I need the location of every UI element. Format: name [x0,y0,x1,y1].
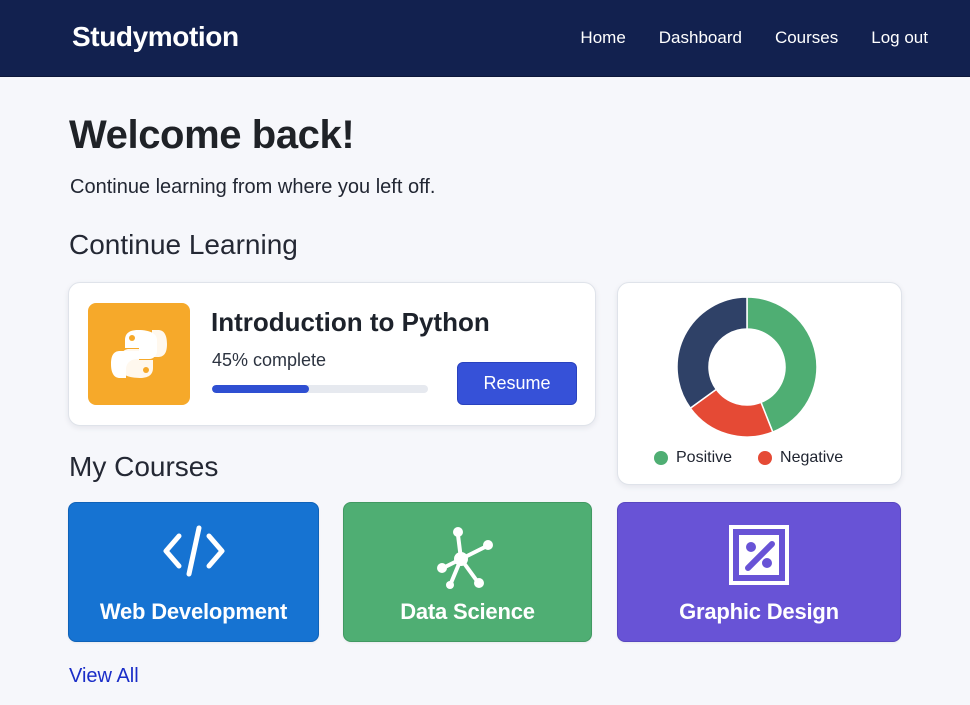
welcome-subtitle: Continue learning from where you left of… [70,176,436,198]
nav-logout-link[interactable]: Log out [871,28,928,48]
nav-dashboard-link[interactable]: Dashboard [659,28,742,48]
view-all-link[interactable]: View All [69,665,139,688]
network-icon [436,527,493,589]
negative-dot-icon [758,451,773,465]
python-logo-icon [88,303,190,405]
my-courses-title: My Courses [69,451,219,482]
positive-dot-icon [654,451,668,465]
top-navigation-bar: Studymotion Home Dashboard Courses Log o… [0,0,970,77]
course-progress-text: 45% complete [212,350,327,370]
course-tile-graphic-design[interactable]: Graphic Design [617,502,901,642]
python-logo-icon-graphic [111,330,167,378]
course-tile-web-development[interactable]: Web Development [68,502,319,642]
continue-learning-title: Continue Learning [69,229,298,260]
code-icon [163,525,224,577]
course-progress-fill [212,385,310,393]
legend-positive-label: Positive [676,449,733,466]
brand-logo[interactable]: Studymotion [72,21,239,53]
continue-learning-card[interactable]: Introduction to Python 45% complete Resu… [68,282,596,426]
course-tile-data-science[interactable]: Data Science [343,502,592,642]
nav-courses-link[interactable]: Courses [775,28,838,48]
course-label-data-science: Data Science [400,599,535,624]
main-navigation: Home Dashboard Courses Log out [580,28,928,48]
donut-chart [676,296,818,438]
page-title: Welcome back! [69,113,355,157]
legend-negative: Negative [758,449,843,467]
resume-button[interactable]: Resume [457,362,577,405]
donut-center [710,330,784,404]
course-label-web-development: Web Development [99,599,288,624]
sentiment-chart-card: Positive Negative [617,282,902,485]
course-label-graphic-design: Graphic Design [679,599,839,624]
course-title: Introduction to Python [211,307,490,337]
legend-positive: Positive [654,449,732,467]
nav-home-link[interactable]: Home [580,28,625,48]
legend-negative-label: Negative [780,449,844,466]
course-progress-bar [212,385,428,393]
chart-legend: Positive Negative [654,449,843,467]
design-icon [729,525,789,585]
